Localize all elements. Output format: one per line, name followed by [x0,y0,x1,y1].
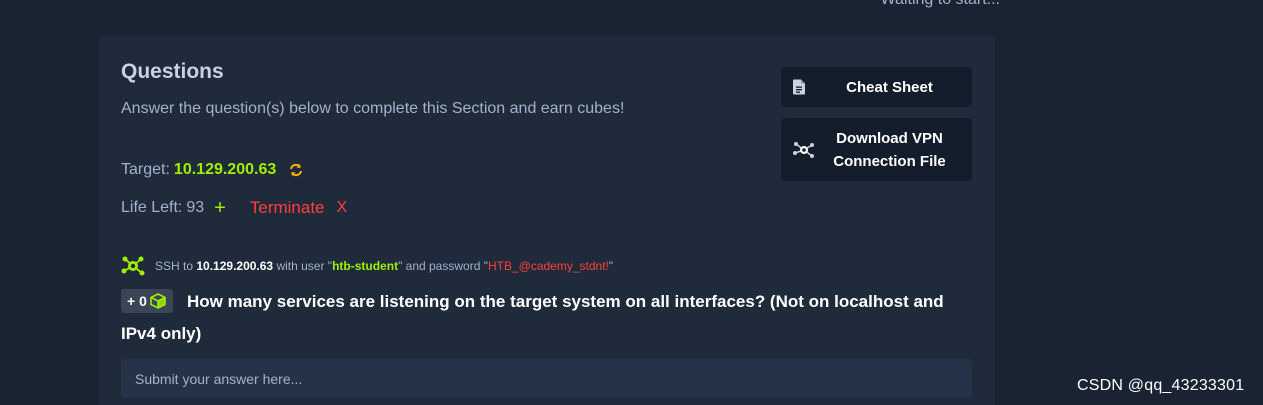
ssh-ip: 10.129.200.63 [196,259,274,273]
ssh-and-password: " and password " [398,259,488,273]
target-ip: 10.129.200.63 [173,161,277,178]
ssh-username: htb-student [332,259,399,273]
section-title: Questions [121,60,224,83]
document-icon [793,79,805,95]
network-icon [121,255,145,277]
ssh-with-user: with user " [276,259,333,273]
page: Waiting to start... Questions Answer the… [0,0,1263,405]
life-row: Life Left: 93 + Terminate X [121,198,347,218]
ssh-prefix: SSH to [155,259,194,273]
terminate-label: Terminate [249,198,325,217]
status-text: Waiting to start... [881,0,1000,9]
question-text: How many services are listening on the t… [121,292,944,343]
watermark: CSDN @qq_43233301 [1077,377,1245,394]
section-subtitle: Answer the question(s) below to complete… [121,100,625,117]
extend-life-icon[interactable]: + [214,198,226,218]
network-icon [793,141,815,159]
terminate-button[interactable]: Terminate X [250,198,347,218]
refresh-icon[interactable] [288,162,304,178]
life-value: 93 [186,199,205,216]
cheat-sheet-button[interactable]: Cheat Sheet [781,67,972,107]
answer-input[interactable] [121,359,972,398]
target-row: Target: 10.129.200.63 [121,161,304,179]
ssh-suffix: " [608,259,614,273]
life-label: Life Left: [121,199,183,216]
target-label: Target: [121,161,170,178]
questions-card: Questions Answer the question(s) below t… [99,36,995,405]
ssh-instructions: SSH to 10.129.200.63 with user " htb-stud… [121,255,613,277]
download-vpn-button[interactable]: Download VPN Connection File [781,118,972,181]
ssh-password: HTB_@cademy_stdnt! [487,259,609,273]
close-icon: X [336,199,348,216]
cheat-sheet-label: Cheat Sheet [846,78,933,96]
